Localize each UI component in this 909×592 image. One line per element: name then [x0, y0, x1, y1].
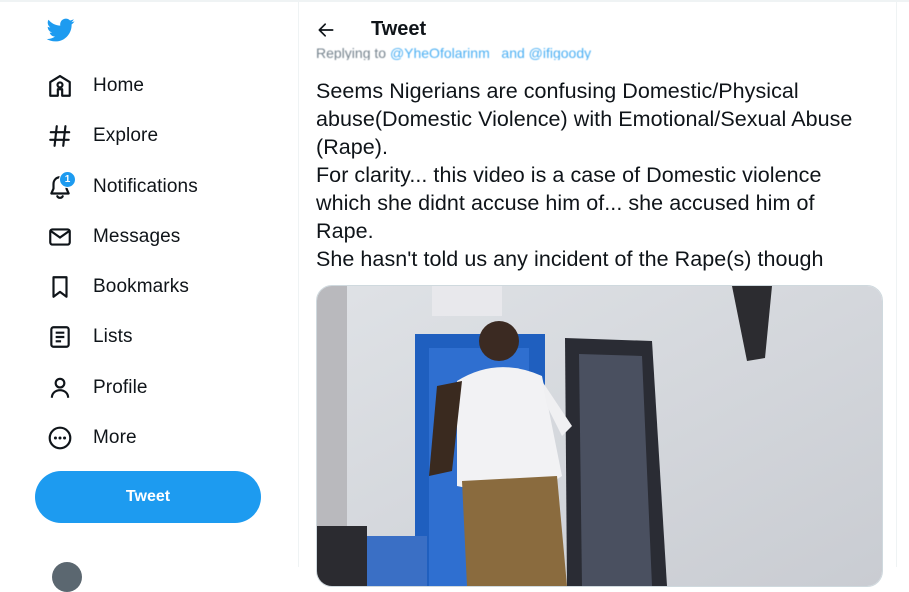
sidebar-item-label: Bookmarks [93, 276, 189, 297]
envelope-icon [44, 221, 76, 253]
sidebar-item-messages[interactable]: Messages [44, 217, 180, 257]
sidebar: Home Explore 1 Notifications Messages Bo… [0, 0, 298, 592]
person-icon [44, 372, 76, 404]
sidebar-item-profile[interactable]: Profile [44, 368, 148, 408]
page-title: Tweet [371, 18, 427, 40]
sidebar-item-lists[interactable]: Lists [44, 317, 133, 357]
sidebar-item-label: Notifications [93, 176, 198, 197]
notification-count-badge: 1 [59, 171, 76, 188]
replying-handles[interactable]: @YheOfolarinm_ and @ifigoody_ [390, 46, 599, 60]
sidebar-item-label: Profile [93, 377, 148, 398]
tweet-video-media[interactable] [316, 285, 883, 587]
home-icon [44, 70, 76, 102]
sidebar-item-notifications[interactable]: 1 Notifications [44, 167, 198, 207]
sidebar-item-label: Messages [93, 226, 181, 247]
more-circle-icon [44, 422, 76, 454]
replying-prefix: Replying to [316, 46, 390, 60]
twitter-logo-icon[interactable] [46, 16, 76, 44]
column-divider [298, 2, 299, 567]
sidebar-item-bookmarks[interactable]: Bookmarks [44, 267, 189, 307]
sidebar-item-label: More [93, 427, 137, 448]
bookmark-icon [44, 271, 76, 303]
bell-icon: 1 [44, 171, 76, 203]
tweet-button[interactable]: Tweet [35, 471, 261, 523]
sidebar-item-label: Lists [93, 326, 133, 347]
back-arrow-icon[interactable] [313, 17, 339, 43]
sidebar-item-label: Explore [93, 125, 159, 146]
sidebar-item-home[interactable]: Home [44, 66, 144, 106]
list-icon [44, 321, 76, 353]
sidebar-item-explore[interactable]: Explore [44, 116, 158, 156]
column-divider [896, 2, 897, 567]
tweet-text: Seems Nigerians are confusing Domestic/P… [316, 79, 853, 271]
replying-to: Replying to @YheOfolarinm_ and @ifigoody… [316, 46, 599, 60]
sidebar-item-label: Home [93, 75, 145, 96]
sidebar-item-more[interactable]: More [44, 418, 137, 458]
hashtag-icon [44, 120, 76, 152]
